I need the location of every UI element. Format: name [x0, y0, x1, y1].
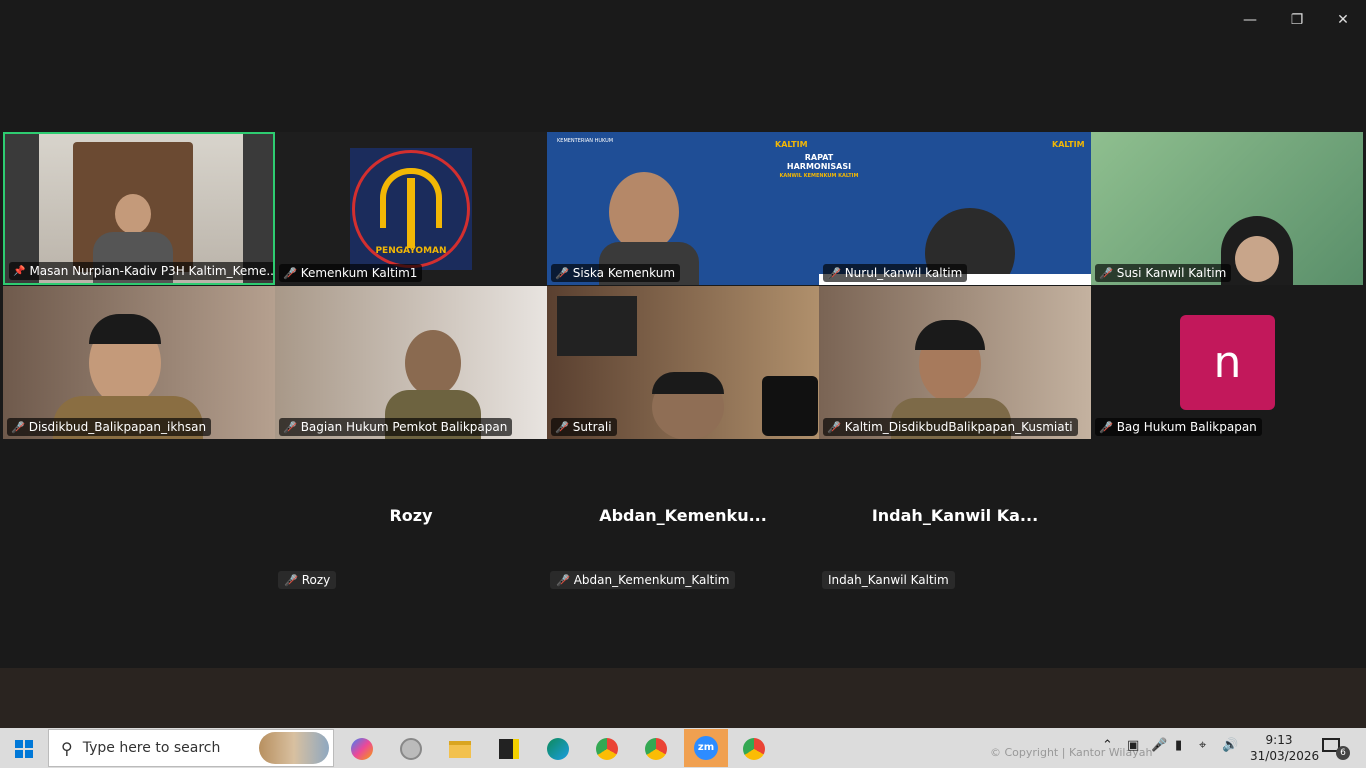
participant-name-tag: 🎤̸ Bagian Hukum Pemkot Balikpapan	[279, 418, 513, 436]
close-icon[interactable]: ✕	[1325, 6, 1361, 34]
windows-start-icon[interactable]	[4, 732, 44, 766]
mic-muted-icon: 🎤̸	[283, 420, 297, 434]
zoom-app-icon[interactable]: zm	[684, 729, 728, 767]
zoom-window: — ❐ ✕ 📌 Masan Nurpian-Kadiv P3H Kaltim_K…	[0, 0, 1366, 668]
mic-muted-icon: 🎤̸	[11, 420, 25, 434]
video-tile[interactable]: 📌 Masan Nurpian-Kadiv P3H Kaltim_Keme...	[3, 132, 275, 285]
chrome-profile-icon[interactable]	[636, 732, 676, 766]
video-tile[interactable]: 🎤̸ Bagian Hukum Pemkot Balikpapan	[275, 286, 547, 439]
video-tile[interactable]: 🎤̸ Susi Kanwil Kaltim	[1091, 132, 1363, 285]
participant-name-tag: 🎤̸ Abdan_Kemenkum_Kaltim	[550, 571, 736, 589]
participant-name-tag: 🎤̸ Susi Kanwil Kaltim	[1095, 264, 1232, 282]
mic-muted-icon: 🎤̸	[555, 266, 569, 280]
video-tile[interactable]: 🎤̸ Disdikbud_Balikpapan_ikhsan	[3, 286, 275, 439]
copilot-icon[interactable]	[342, 732, 382, 766]
participant-display-name: Abdan_Kemenku...	[599, 506, 767, 525]
participant-name-tag: 🎤̸ Bag Hukum Balikpapan	[1095, 418, 1262, 436]
chrome-app-icon[interactable]	[734, 732, 774, 766]
video-tile[interactable]: 🎤̸ Kaltim_DisdikbudBalikpapan_Kusmiati	[819, 286, 1091, 439]
notifications-icon[interactable]: 6	[1322, 738, 1350, 760]
participant-name-tag: 🎤̸ Siska Kemenkum	[551, 264, 681, 282]
search-highlight-image	[259, 732, 329, 764]
video-tile[interactable]: KEMENTERIAN HUKUM RAPAT HARMONISASI KANW…	[547, 132, 1091, 285]
minimize-icon[interactable]: —	[1232, 6, 1268, 34]
video-tile[interactable]: PENGAYOMAN 🎤̸ Kemenkum Kaltim1	[275, 132, 547, 285]
mic-muted-icon: 🎤̸	[283, 266, 297, 280]
participant-display-name: Indah_Kanwil Ka...	[871, 506, 1039, 525]
participant-display-name: Rozy	[389, 506, 433, 525]
mic-muted-icon: 🎤̸	[1099, 420, 1113, 434]
video-tile[interactable]: n 🎤̸ Bag Hukum Balikpapan	[1091, 286, 1363, 439]
search-icon: ⚲	[61, 738, 73, 758]
pengayoman-logo: PENGAYOMAN	[350, 148, 472, 270]
desktop-background	[0, 668, 1366, 728]
edge-icon[interactable]	[538, 732, 578, 766]
settings-disc-icon[interactable]	[391, 732, 431, 766]
avatar: n	[1180, 315, 1275, 410]
participant-name-tag: 🎤̸ Sutrali	[551, 418, 617, 436]
battery-icon[interactable]: ▮	[1175, 738, 1182, 753]
device-icon[interactable]: ▣	[1127, 738, 1139, 753]
participant-name-tag: 🎤̸ Rozy	[278, 571, 337, 589]
sticky-notes-icon[interactable]	[489, 732, 529, 766]
restore-icon[interactable]: ❐	[1279, 6, 1315, 34]
taskbar-search[interactable]: ⚲ Type here to search	[48, 729, 334, 767]
file-explorer-icon[interactable]	[440, 732, 480, 766]
video-tile[interactable]: 🎤̸ Sutrali	[547, 286, 819, 439]
participant-name-tag: 📌 Masan Nurpian-Kadiv P3H Kaltim_Keme...	[9, 262, 273, 280]
mic-muted-icon: 🎤̸	[827, 420, 841, 434]
mic-muted-icon: 🎤̸	[284, 573, 298, 587]
chrome-icon[interactable]	[587, 732, 627, 766]
participant-name-tag: 🎤̸ Nurul_kanwil kaltim	[823, 264, 968, 282]
chevron-up-icon[interactable]: ⌃	[1102, 738, 1113, 753]
mic-muted-icon: 🎤̸	[555, 420, 569, 434]
participant-name-tag: Indah_Kanwil Kaltim	[822, 571, 955, 589]
mic-muted-icon: 🎤̸	[1099, 266, 1113, 280]
participant-name-tag: 🎤̸ Kemenkum Kaltim1	[279, 264, 423, 282]
mic-muted-icon: 🎤̸	[827, 266, 841, 280]
microphone-icon[interactable]: 🎤	[1151, 738, 1167, 753]
speaker-icon[interactable]: 🔊	[1222, 738, 1238, 753]
participant-name-tag: 🎤̸ Disdikbud_Balikpapan_ikhsan	[7, 418, 212, 436]
pin-icon: 📌	[13, 265, 26, 277]
clock[interactable]: 9:13 31/03/2026	[1250, 732, 1319, 764]
participant-name-tag: 🎤̸ Kaltim_DisdikbudBalikpapan_Kusmiati	[823, 418, 1078, 436]
wifi-icon[interactable]: ⌖	[1199, 738, 1206, 753]
mic-muted-icon: 🎤̸	[556, 573, 570, 587]
